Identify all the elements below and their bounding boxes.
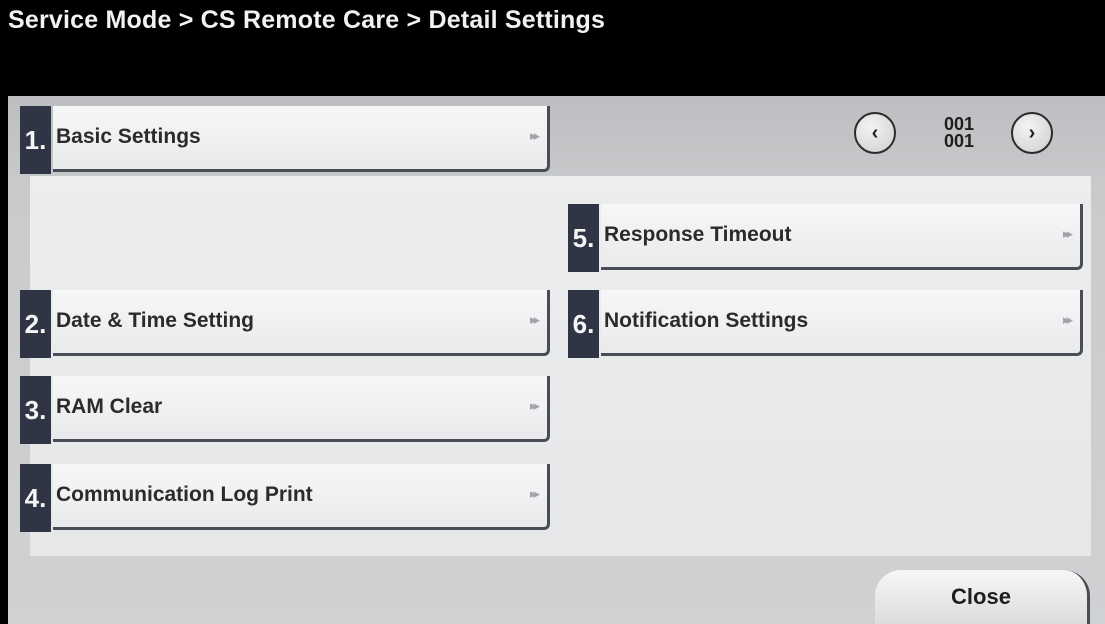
double-chevron-right-icon: ▸▸ (529, 486, 540, 501)
ram-clear-button[interactable]: 3. RAM Clear ▸▸ (20, 376, 550, 444)
next-page-button[interactable]: › (1011, 112, 1053, 154)
item-label: Date & Time Setting (56, 309, 254, 332)
date-time-setting-button[interactable]: 2. Date & Time Setting ▸▸ (20, 290, 550, 358)
item-label: Notification Settings (604, 309, 809, 332)
double-chevron-right-icon: ▸▸ (529, 312, 540, 327)
basic-settings-button[interactable]: 1. Basic Settings ▸▸ (20, 106, 550, 174)
double-chevron-right-icon: ▸▸ (1062, 312, 1073, 327)
previous-page-button[interactable]: ‹ (854, 112, 896, 154)
notification-settings-button[interactable]: 6. Notification Settings ▸▸ (568, 290, 1083, 358)
item-number-badge: 3. (20, 376, 51, 444)
button-face: Basic Settings ▸▸ (53, 106, 550, 172)
screen: Service Mode > CS Remote Care > Detail S… (0, 0, 1105, 624)
button-face: RAM Clear ▸▸ (53, 376, 550, 442)
item-label: RAM Clear (56, 395, 163, 418)
title-bar: Service Mode > CS Remote Care > Detail S… (0, 0, 1105, 96)
item-number-badge: 4. (20, 464, 51, 532)
settings-panel: ‹ 001 001 › (8, 96, 1105, 624)
item-number-badge: 6. (568, 290, 599, 358)
close-button[interactable]: Close (875, 570, 1090, 624)
item-number-badge: 2. (20, 290, 51, 358)
response-timeout-button[interactable]: 5. Response Timeout ▸▸ (568, 204, 1083, 272)
button-face: Response Timeout ▸▸ (601, 204, 1083, 270)
button-face: Notification Settings ▸▸ (601, 290, 1083, 356)
double-chevron-right-icon: ▸▸ (529, 398, 540, 413)
item-label: Response Timeout (604, 223, 792, 246)
button-face: Date & Time Setting ▸▸ (53, 290, 550, 356)
item-number-badge: 5. (568, 204, 599, 272)
communication-log-print-button[interactable]: 4. Communication Log Print ▸▸ (20, 464, 550, 532)
item-label: Communication Log Print (56, 483, 313, 506)
page-counter: 001 001 (934, 115, 984, 151)
double-chevron-right-icon: ▸▸ (529, 128, 540, 143)
item-number-badge: 1. (20, 106, 51, 174)
chevron-left-icon: ‹ (871, 121, 879, 144)
total-pages: 001 (943, 131, 975, 151)
breadcrumb: Service Mode > CS Remote Care > Detail S… (8, 6, 606, 34)
chevron-right-icon: › (1028, 121, 1036, 144)
button-face: Communication Log Print ▸▸ (53, 464, 550, 530)
double-chevron-right-icon: ▸▸ (1062, 226, 1073, 241)
item-label: Basic Settings (56, 125, 201, 148)
